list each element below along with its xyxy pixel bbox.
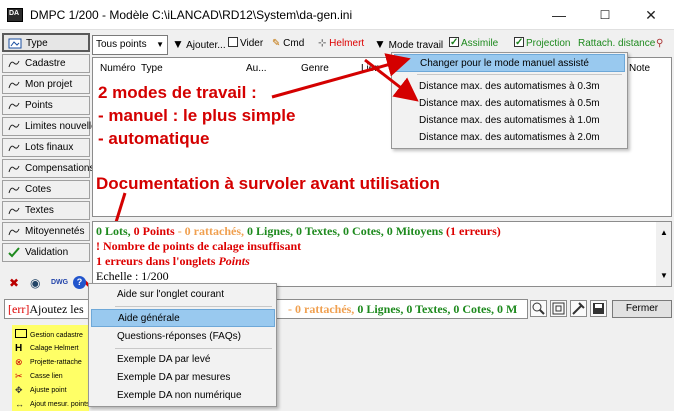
zoom-window-icon[interactable]	[530, 300, 547, 317]
zoom-extents-icon[interactable]	[550, 300, 567, 317]
legend-item-projette: ⊗ Projette-rattache	[15, 357, 82, 367]
adjust-icon: ✥	[15, 385, 23, 395]
menu-separator	[115, 348, 272, 349]
legend-item-gestion-cadastre: Gestion cadastre	[15, 329, 83, 341]
tools-icon[interactable]	[570, 300, 587, 317]
dwg-icon[interactable]: DWG	[51, 276, 68, 292]
fermer-button[interactable]: Fermer	[612, 300, 672, 318]
menu-item-exemple-mesures[interactable]: Exemple DA par mesures	[91, 369, 275, 387]
broken-link-icon: ✂	[15, 371, 23, 381]
scroll-up-icon[interactable]: ▲	[660, 225, 668, 240]
grid-icon	[15, 329, 27, 338]
warning-calage: ! Nombre de points de calage insuffisant	[96, 239, 302, 253]
h-icon: H	[15, 343, 23, 354]
menu-item-exemple-non-numerique[interactable]: Exemple DA non numérique	[91, 387, 275, 405]
arrow-to-mode-manuel	[271, 53, 411, 99]
menu-item-aide-onglet[interactable]: Aide sur l'onglet courant	[91, 286, 275, 304]
menu-item-faq[interactable]: Questions-réponses (FAQs)	[91, 328, 275, 346]
legend-item-ajout-mesures: ↔ Ajout mesur. points	[15, 399, 90, 409]
messages-scrollbar[interactable]: ▲ ▼	[656, 222, 671, 286]
save-icon[interactable]	[590, 300, 607, 317]
echelle-label: Echelle : 1/200	[96, 269, 169, 283]
measure-icon: ↔	[15, 399, 24, 409]
messages-panel: 0 Lots, 0 Points - 0 rattachés, 0 Lignes…	[92, 221, 672, 287]
summary-line: 0 Lots, 0 Points - 0 rattachés, 0 Lignes…	[96, 224, 501, 238]
warning-points: 1 erreurs dans l'onglets Points	[96, 254, 250, 268]
link-icon: ⊗	[15, 357, 23, 367]
delete-icon[interactable]: ✖	[9, 276, 19, 292]
eye-icon[interactable]: ◉	[30, 276, 40, 292]
scroll-down-icon[interactable]: ▼	[660, 268, 668, 283]
legend-item-ajuste-point: ✥ Ajuste point	[15, 385, 67, 395]
menu-item-exemple-leve[interactable]: Exemple DA par levé	[91, 351, 275, 369]
tool-legend: Gestion cadastre H Calage Helmert ⊗ Projet…	[12, 325, 90, 411]
menu-separator	[115, 306, 272, 307]
legend-item-casse-lien: ✂ Casse lien	[15, 371, 63, 381]
help-icon[interactable]: ?	[73, 276, 86, 292]
legend-item-calage-helmert: H Calage Helmert	[15, 343, 79, 354]
help-menu: Aide sur l'onglet courant Aide générale …	[88, 283, 277, 407]
menu-item-aide-generale[interactable]: Aide générale	[91, 309, 275, 327]
